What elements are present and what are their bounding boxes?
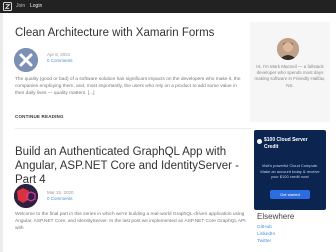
elsewhere-links: GitHub LinkedIn Twitter (257, 224, 275, 245)
nav-join-link[interactable]: Join (16, 3, 25, 10)
author-bio: Hi, I'm Mark Macneil — a fullstack devel… (254, 64, 326, 88)
author-avatar (277, 38, 299, 60)
nav-login-link[interactable]: Login (30, 3, 42, 10)
post-date: Apr 8, 2021 (47, 52, 71, 57)
xamarin-logo-icon (14, 48, 38, 72)
elsewhere-link[interactable]: Twitter (257, 238, 275, 245)
post-title[interactable]: Clean Architecture with Xamarin Forms (15, 26, 235, 40)
cloud-provider-icon (257, 139, 262, 144)
top-navbar: Join Login (0, 0, 336, 13)
elsewhere-link[interactable]: LinkedIn (257, 231, 275, 238)
angular-graphql-logo-icon (14, 184, 38, 208)
post-excerpt: Welcome to the final part in this series… (15, 212, 246, 231)
author-photo-icon (277, 38, 299, 60)
promo-ad[interactable]: $100 Cloud Server Credit Visit's powerfu… (254, 130, 326, 210)
promo-cta-button[interactable]: Get started (270, 190, 310, 199)
post-thumbnail[interactable] (14, 184, 38, 208)
continue-reading-link[interactable]: CONTINUE READING (15, 114, 64, 119)
left-accent-bar (0, 13, 3, 252)
post-thumbnail[interactable] (14, 48, 38, 72)
post-meta: Apr 8, 2021 0 Comments (47, 52, 73, 64)
site-logo-icon[interactable] (3, 2, 12, 11)
post-divider (15, 128, 252, 129)
promo-text: Visit's powerful Cloud Compute. Make an … (260, 163, 320, 180)
post-meta: Mar 15, 2020 0 Comments (47, 190, 74, 202)
post-excerpt: The quality (good or bad) of a software … (15, 77, 241, 96)
elsewhere-link[interactable]: GitHub (257, 224, 275, 231)
promo-title: $100 Cloud Server Credit (264, 137, 308, 150)
post-comments-link[interactable]: 0 Comments (47, 58, 73, 64)
post-date: Mar 15, 2020 (47, 190, 74, 195)
post-comments-link[interactable]: 0 Comments (47, 196, 74, 202)
post-title[interactable]: Build an Authenticated GraphQL App with … (15, 145, 255, 187)
elsewhere-heading: Elsewhere (257, 212, 295, 221)
